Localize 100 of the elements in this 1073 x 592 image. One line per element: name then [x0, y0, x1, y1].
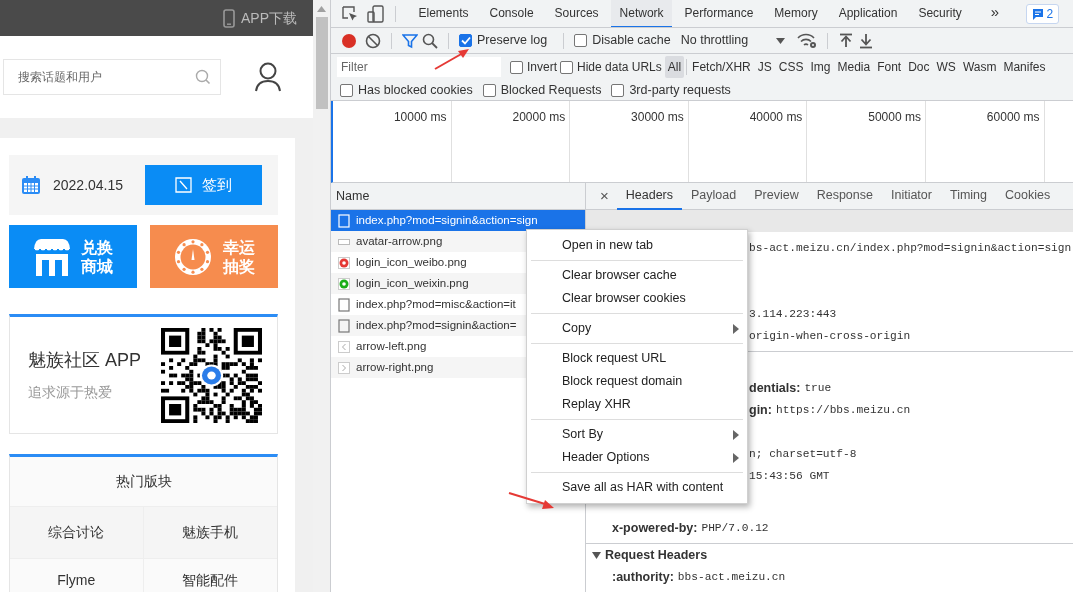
header-value: bs-act.meizu.cn/index.php?mod=signin&action=sign [749, 240, 1072, 256]
app-slogan: 追求源于热爱 [28, 383, 113, 402]
caret-icon [592, 551, 601, 559]
search-icon[interactable] [422, 32, 438, 49]
detail-tab[interactable]: Cookies [996, 182, 1060, 210]
upload-icon[interactable] [838, 32, 855, 49]
header-value: origin-when-cross-origin [749, 328, 911, 344]
calendar-icon [21, 175, 41, 195]
type-filter[interactable]: WS [933, 56, 959, 78]
panel-tab[interactable]: Elements [410, 0, 478, 27]
caret-icon [776, 37, 786, 44]
filter-checkbox[interactable]: Blocked Requests [482, 80, 602, 100]
header-value: PHP/7.0.12 [701, 520, 769, 536]
detail-tab[interactable]: Initiator [881, 182, 941, 210]
type-filter[interactable]: Img [807, 56, 834, 78]
forum-link[interactable]: Flyme [10, 559, 144, 592]
forum-link[interactable]: 智能配件 [143, 559, 277, 592]
menu-item[interactable]: Header Options [527, 446, 747, 469]
type-filter[interactable]: Fetch/XHR [689, 56, 754, 78]
forum-link[interactable]: 综合讨论 [10, 507, 144, 559]
app-download-link[interactable]: APP下载 [241, 7, 297, 29]
type-filter[interactable]: CSS [775, 56, 807, 78]
header-name: gin: [749, 401, 772, 419]
time-label: 30000 ms [631, 109, 684, 126]
panel-tab[interactable]: Network [611, 0, 673, 27]
type-filter[interactable]: Font [874, 56, 905, 78]
shop-icon [33, 236, 71, 277]
preserve-log-checkbox[interactable]: Preserve log [459, 31, 548, 50]
panel-tab[interactable]: Memory [765, 0, 827, 27]
document-icon [338, 297, 350, 312]
header-name: :authority: [612, 568, 674, 586]
disable-cache-checkbox[interactable]: Disable cache [574, 31, 671, 50]
header-name: dentials: [749, 379, 801, 397]
header-value: bbs-act.meizu.cn [677, 569, 786, 585]
chevron-right-icon [338, 360, 350, 375]
scrollbar-thumb[interactable] [315, 17, 328, 109]
menu-item[interactable]: Sort By [527, 423, 747, 446]
annotation-arrow [508, 492, 554, 509]
search-icon [195, 69, 211, 85]
throttling-dropdown[interactable]: No throttling [680, 31, 786, 50]
filter-checkbox[interactable]: 3rd-party requests [611, 80, 731, 100]
type-filter[interactable]: Manifes [1000, 56, 1049, 78]
chevron-left-icon [338, 339, 350, 354]
type-filter[interactable]: Wasm [959, 56, 1000, 78]
close-button[interactable]: × [592, 184, 617, 208]
time-label: 20000 ms [512, 109, 566, 126]
time-label: 40000 ms [749, 109, 803, 126]
invert-checkbox[interactable]: Invert [510, 58, 557, 76]
date-text: 2022.04.15 [53, 175, 125, 195]
time-label: 50000 ms [868, 109, 921, 126]
hide-data-urls-checkbox[interactable]: Hide data URLs [560, 58, 662, 76]
header-value: n; charset=utf-8 [749, 446, 857, 462]
issues-button[interactable]: 2 [1025, 3, 1060, 24]
checkmark-icon [460, 36, 471, 45]
section-title: 热门版块 [10, 457, 277, 507]
inspect-icon[interactable] [341, 4, 359, 23]
panel-tab[interactable]: Security [909, 0, 971, 27]
scrollbar[interactable] [313, 0, 330, 592]
request-row[interactable]: index.php?mod=signin&action=sign [331, 210, 585, 231]
panel-tab[interactable]: Sources [546, 0, 608, 27]
clear-icon[interactable] [365, 32, 381, 49]
filter-icon[interactable] [402, 32, 418, 49]
document-icon [338, 213, 350, 228]
device-icon[interactable] [367, 4, 385, 23]
detail-tab[interactable]: Response [807, 182, 882, 210]
menu-item[interactable]: Replay XHR [527, 393, 747, 416]
user-icon[interactable] [254, 61, 282, 93]
column-header[interactable]: Name [331, 183, 585, 210]
network-conditions-icon[interactable] [797, 32, 818, 49]
panel-tab[interactable]: Application [830, 0, 906, 27]
message-icon [1031, 7, 1044, 20]
type-filter[interactable]: Media [834, 56, 874, 78]
panel-tab[interactable]: Console [481, 0, 543, 27]
header-value: 15:43:56 GMT [749, 468, 830, 484]
search-field[interactable]: 搜索话题和用户 [3, 59, 221, 95]
circle-logo-icon [338, 255, 350, 270]
download-icon[interactable] [858, 32, 875, 49]
header-value: true [804, 380, 832, 396]
header-value: https://bbs.meizu.cn [775, 402, 911, 418]
forum-link[interactable]: 魅族手机 [143, 507, 277, 559]
detail-tab[interactable]: Payload [682, 182, 746, 210]
annotation-arrow [434, 49, 469, 70]
type-filter[interactable]: All [664, 56, 685, 78]
filter-field[interactable]: Filter [337, 57, 501, 77]
more-tabs-button[interactable]: » [982, 0, 1008, 27]
header-name: x-powered-by: [612, 519, 698, 537]
app-title: 魅族社区 APP [28, 349, 143, 372]
header-value: 3.114.223:443 [749, 306, 837, 322]
document-icon [338, 318, 350, 333]
time-label: 60000 ms [986, 109, 1040, 126]
type-filter[interactable]: JS [754, 56, 775, 78]
detail-tab[interactable]: Timing [940, 182, 996, 210]
panel-tab[interactable]: Performance [676, 0, 762, 27]
filter-checkbox[interactable]: Has blocked cookies [340, 80, 473, 100]
phone-icon [223, 8, 235, 28]
type-filter[interactable]: Doc [905, 56, 933, 78]
menu-item[interactable]: Save all as HAR with content [527, 476, 747, 499]
section-header[interactable]: Request Headers [586, 544, 1073, 566]
dial-icon [173, 236, 213, 277]
detail-tab[interactable]: Preview [745, 182, 808, 210]
